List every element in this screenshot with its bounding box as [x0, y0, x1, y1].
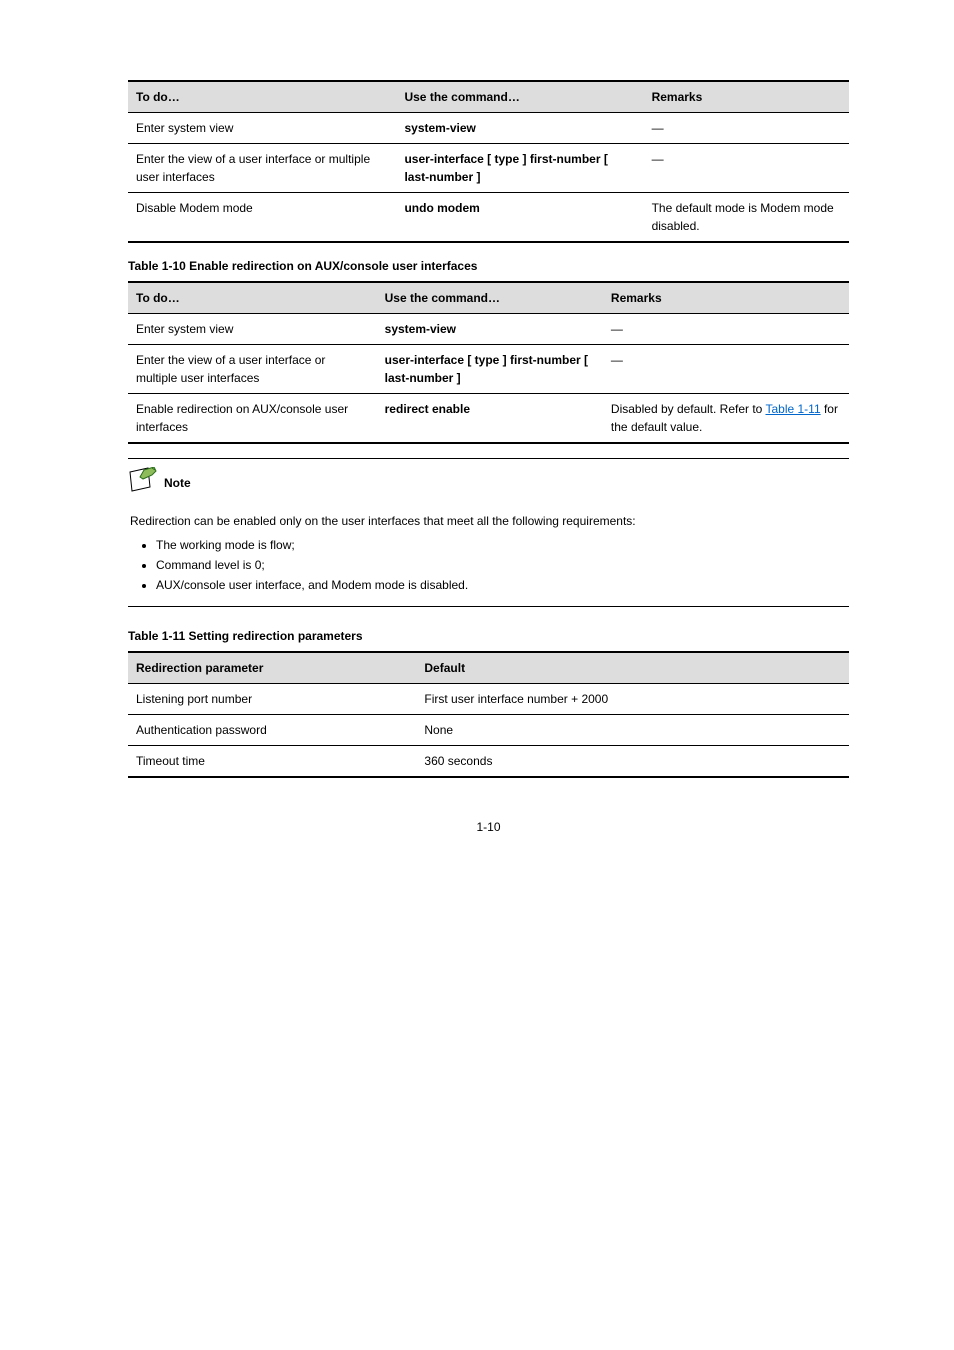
cell: 360 seconds	[416, 746, 849, 778]
cell: Enable redirection on AUX/console user i…	[128, 394, 377, 444]
cell: system-view	[377, 314, 603, 345]
list-item: Command level is 0;	[156, 556, 849, 574]
table-params: Redirection parameter Default Listening …	[128, 651, 849, 778]
cell: —	[644, 144, 849, 193]
table-row: Enter the view of a user interface or mu…	[128, 144, 849, 193]
table-row: Disable Modem mode undo modem The defaul…	[128, 193, 849, 243]
table-row: Timeout time 360 seconds	[128, 746, 849, 778]
col-command: Use the command…	[377, 282, 603, 314]
col-todo: To do…	[128, 81, 396, 113]
cell: user-interface [ type ] first-number [ l…	[396, 144, 643, 193]
cell: Enter the view of a user interface or mu…	[128, 345, 377, 394]
cell: First user interface number + 2000	[416, 684, 849, 715]
cell: undo modem	[396, 193, 643, 243]
cell: —	[644, 113, 849, 144]
table-title-10: Table 1-10 Enable redirection on AUX/con…	[128, 257, 849, 275]
table-row: Listening port number First user interfa…	[128, 684, 849, 715]
note-list: The working mode is flow; Command level …	[156, 536, 849, 594]
cell: Disable Modem mode	[128, 193, 396, 243]
link-table-1-11[interactable]: Table 1-11	[765, 402, 820, 416]
note-block: Note Redirection can be enabled only on …	[128, 458, 849, 607]
cell: Enter system view	[128, 314, 377, 345]
cell: Listening port number	[128, 684, 416, 715]
list-item: AUX/console user interface, and Modem mo…	[156, 576, 849, 594]
col-command: Use the command…	[396, 81, 643, 113]
note-intro: Redirection can be enabled only on the u…	[130, 512, 849, 530]
cell: user-interface [ type ] first-number [ l…	[377, 345, 603, 394]
table-title-11: Table 1-11 Setting redirection parameter…	[128, 627, 849, 645]
table-redirect: To do… Use the command… Remarks Enter sy…	[128, 281, 849, 444]
cell: Enter system view	[128, 113, 396, 144]
col-default: Default	[416, 652, 849, 684]
cell: —	[603, 345, 849, 394]
col-remarks: Remarks	[603, 282, 849, 314]
col-remarks: Remarks	[644, 81, 849, 113]
cell: None	[416, 715, 849, 746]
cell: —	[603, 314, 849, 345]
table-row: Authentication password None	[128, 715, 849, 746]
cell: Authentication password	[128, 715, 416, 746]
page-number: 1-10	[128, 818, 849, 836]
table-row: Enter system view system-view —	[128, 113, 849, 144]
cell: Enter the view of a user interface or mu…	[128, 144, 396, 193]
cell: Disabled by default. Refer to Table 1-11…	[603, 394, 849, 444]
col-param: Redirection parameter	[128, 652, 416, 684]
table-modem: To do… Use the command… Remarks Enter sy…	[128, 80, 849, 243]
table-row: Enable redirection on AUX/console user i…	[128, 394, 849, 444]
table-row: Enter the view of a user interface or mu…	[128, 345, 849, 394]
cell: system-view	[396, 113, 643, 144]
cell: Timeout time	[128, 746, 416, 778]
cell: The default mode is Modem mode disabled.	[644, 193, 849, 243]
table-row: Enter system view system-view —	[128, 314, 849, 345]
note-icon	[128, 467, 158, 498]
cell: redirect enable	[377, 394, 603, 444]
note-label: Note	[164, 474, 191, 492]
col-todo: To do…	[128, 282, 377, 314]
list-item: The working mode is flow;	[156, 536, 849, 554]
